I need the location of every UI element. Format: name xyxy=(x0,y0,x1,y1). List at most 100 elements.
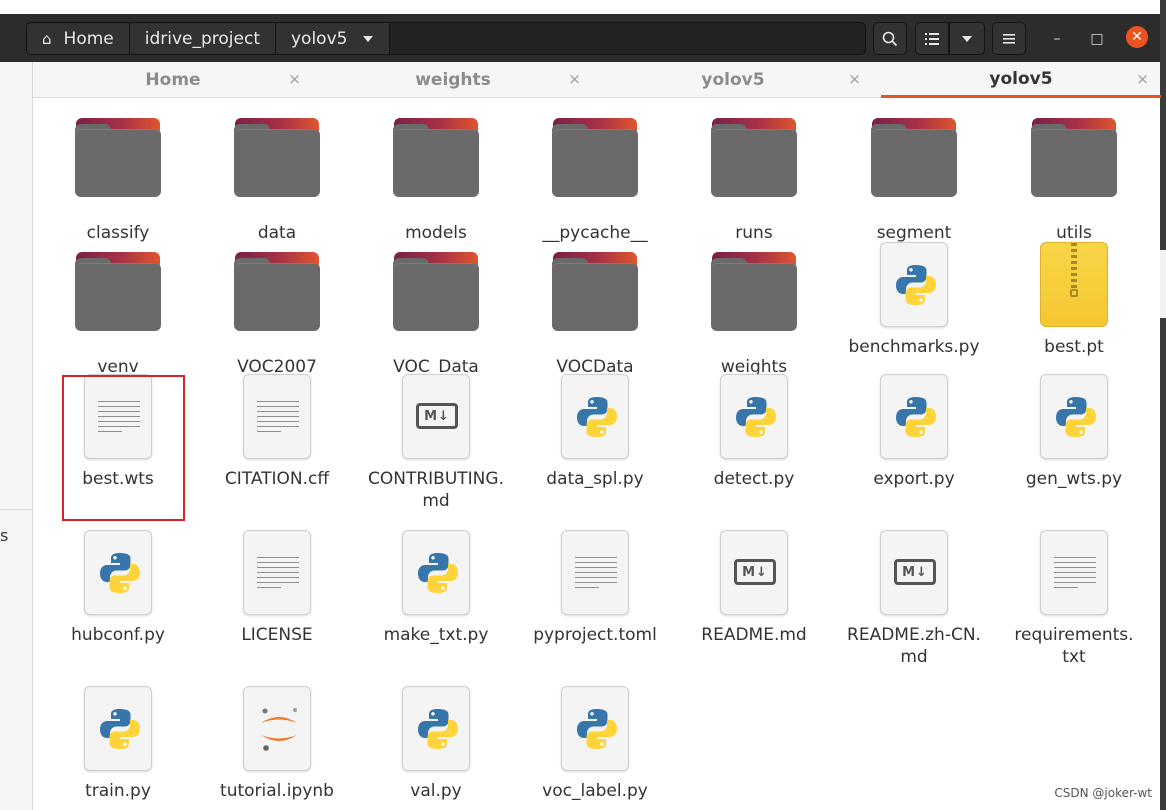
path-crumb-label: Home xyxy=(63,28,114,49)
sidebar-item-label[interactable]: s xyxy=(0,526,8,545)
file-item[interactable]: pyproject.toml xyxy=(520,530,670,646)
zipper-pull xyxy=(1070,289,1078,297)
file-page: M↓ xyxy=(880,530,948,615)
file-item[interactable]: segment xyxy=(839,118,989,244)
file-item[interactable]: VOC_Data xyxy=(361,252,511,378)
folder-front xyxy=(1031,129,1117,197)
path-crumb-idrive-project[interactable]: idrive_project xyxy=(129,23,276,54)
file-page xyxy=(1040,374,1108,459)
tab-close-icon[interactable]: × xyxy=(568,70,581,88)
python-file-icon xyxy=(552,686,638,772)
file-name: __pycache__ xyxy=(542,223,648,243)
file-item[interactable]: val.py xyxy=(361,686,511,802)
path-crumb-label: idrive_project xyxy=(144,28,260,49)
file-page xyxy=(880,374,948,459)
file-page xyxy=(561,530,629,615)
tab-weights[interactable]: weights × xyxy=(313,62,593,98)
tab-home[interactable]: Home × xyxy=(33,62,313,98)
file-page xyxy=(402,686,470,771)
folder-front xyxy=(234,263,320,331)
file-item[interactable]: voc_label.py xyxy=(520,686,670,802)
folder-icon xyxy=(552,252,638,338)
maximize-button[interactable]: □ xyxy=(1086,28,1108,50)
folder-front xyxy=(75,263,161,331)
folder-front xyxy=(234,129,320,197)
file-name: utils xyxy=(1056,223,1092,243)
path-crumb-home[interactable]: ⌂ Home xyxy=(27,23,130,54)
file-item[interactable]: classify xyxy=(43,118,193,244)
tab-bar: Home × weights × yolov5 × yolov5 × xyxy=(33,62,1161,98)
menu-button[interactable] xyxy=(992,22,1026,55)
sidebar-divider xyxy=(0,509,33,510)
file-item[interactable]: data_spl.py xyxy=(520,374,670,490)
search-icon xyxy=(882,31,898,46)
markdown-file-icon: M↓ xyxy=(711,530,797,616)
folder-icon xyxy=(871,118,957,204)
markdown-badge: M↓ xyxy=(734,559,776,585)
file-item[interactable]: M↓ README.zh-CN. md xyxy=(839,530,989,668)
file-name: classify xyxy=(86,223,150,243)
file-item[interactable]: CITATION.cff xyxy=(202,374,352,490)
file-item[interactable]: runs xyxy=(679,118,829,244)
file-name: train.py xyxy=(85,781,151,801)
tab-yolov5[interactable]: yolov5 × xyxy=(593,62,873,98)
file-page: M↓ xyxy=(402,374,470,459)
list-view-icon xyxy=(925,32,939,45)
python-logo-icon xyxy=(1056,397,1096,437)
file-item[interactable]: weights xyxy=(679,252,829,378)
view-options-button[interactable] xyxy=(949,22,985,55)
folder-front xyxy=(711,129,797,197)
file-item[interactable]: hubconf.py xyxy=(43,530,193,646)
file-item[interactable]: requirements. txt xyxy=(999,530,1149,668)
highlight-box xyxy=(62,375,185,521)
tab-close-icon[interactable]: × xyxy=(288,70,301,88)
list-view-button[interactable] xyxy=(915,22,949,55)
tab-label: Home xyxy=(145,70,201,90)
path-crumb-yolov5[interactable]: yolov5 xyxy=(275,23,391,54)
folder-icon xyxy=(234,118,320,204)
tab-close-icon[interactable]: × xyxy=(1136,70,1149,88)
file-item[interactable]: M↓ README.md xyxy=(679,530,829,646)
file-item[interactable]: best.pt xyxy=(999,242,1149,358)
file-page xyxy=(561,686,629,771)
tab-yolov5-active[interactable]: yolov5 × xyxy=(881,62,1161,98)
file-item[interactable]: tutorial.ipynb xyxy=(202,686,352,802)
python-logo-icon xyxy=(418,553,458,593)
file-item[interactable]: export.py xyxy=(839,374,989,490)
file-item[interactable]: make_txt.py xyxy=(361,530,511,646)
file-page xyxy=(1040,530,1108,615)
python-logo-icon xyxy=(577,397,617,437)
file-item[interactable]: benchmarks.py xyxy=(839,242,989,358)
folder-icon xyxy=(75,118,161,204)
minimize-button[interactable]: – xyxy=(1046,28,1068,50)
file-item[interactable]: gen_wts.py xyxy=(999,374,1149,490)
file-name: voc_label.py xyxy=(542,781,648,801)
file-item[interactable]: models xyxy=(361,118,511,244)
file-item[interactable]: utils xyxy=(999,118,1149,244)
file-page xyxy=(720,374,788,459)
file-item[interactable]: M↓ CONTRIBUTING. md xyxy=(361,374,511,512)
file-name: benchmarks.py xyxy=(848,337,980,357)
file-item[interactable]: detect.py xyxy=(679,374,829,490)
file-item[interactable]: LICENSE xyxy=(202,530,352,646)
text-file-icon xyxy=(1031,530,1117,616)
file-name: data_spl.py xyxy=(546,469,644,489)
file-name: export.py xyxy=(873,469,955,489)
folder-front xyxy=(871,129,957,197)
jupyter-logo-icon xyxy=(261,708,297,751)
file-item[interactable]: __pycache__ xyxy=(520,118,670,244)
file-item[interactable]: venv xyxy=(43,252,193,378)
folder-icon xyxy=(393,118,479,204)
python-logo-icon xyxy=(736,397,776,437)
file-item[interactable]: train.py xyxy=(43,686,193,802)
file-item[interactable]: data xyxy=(202,118,352,244)
text-file-icon xyxy=(234,530,320,616)
python-file-icon xyxy=(1031,374,1117,460)
close-window-button[interactable]: ✕ xyxy=(1126,26,1148,48)
file-item[interactable]: VOCData xyxy=(520,252,670,378)
file-item[interactable]: VOC2007 xyxy=(202,252,352,378)
python-logo-icon xyxy=(418,709,458,749)
search-button[interactable] xyxy=(873,22,907,55)
tab-close-icon[interactable]: × xyxy=(848,70,861,88)
file-name: LICENSE xyxy=(241,625,313,645)
